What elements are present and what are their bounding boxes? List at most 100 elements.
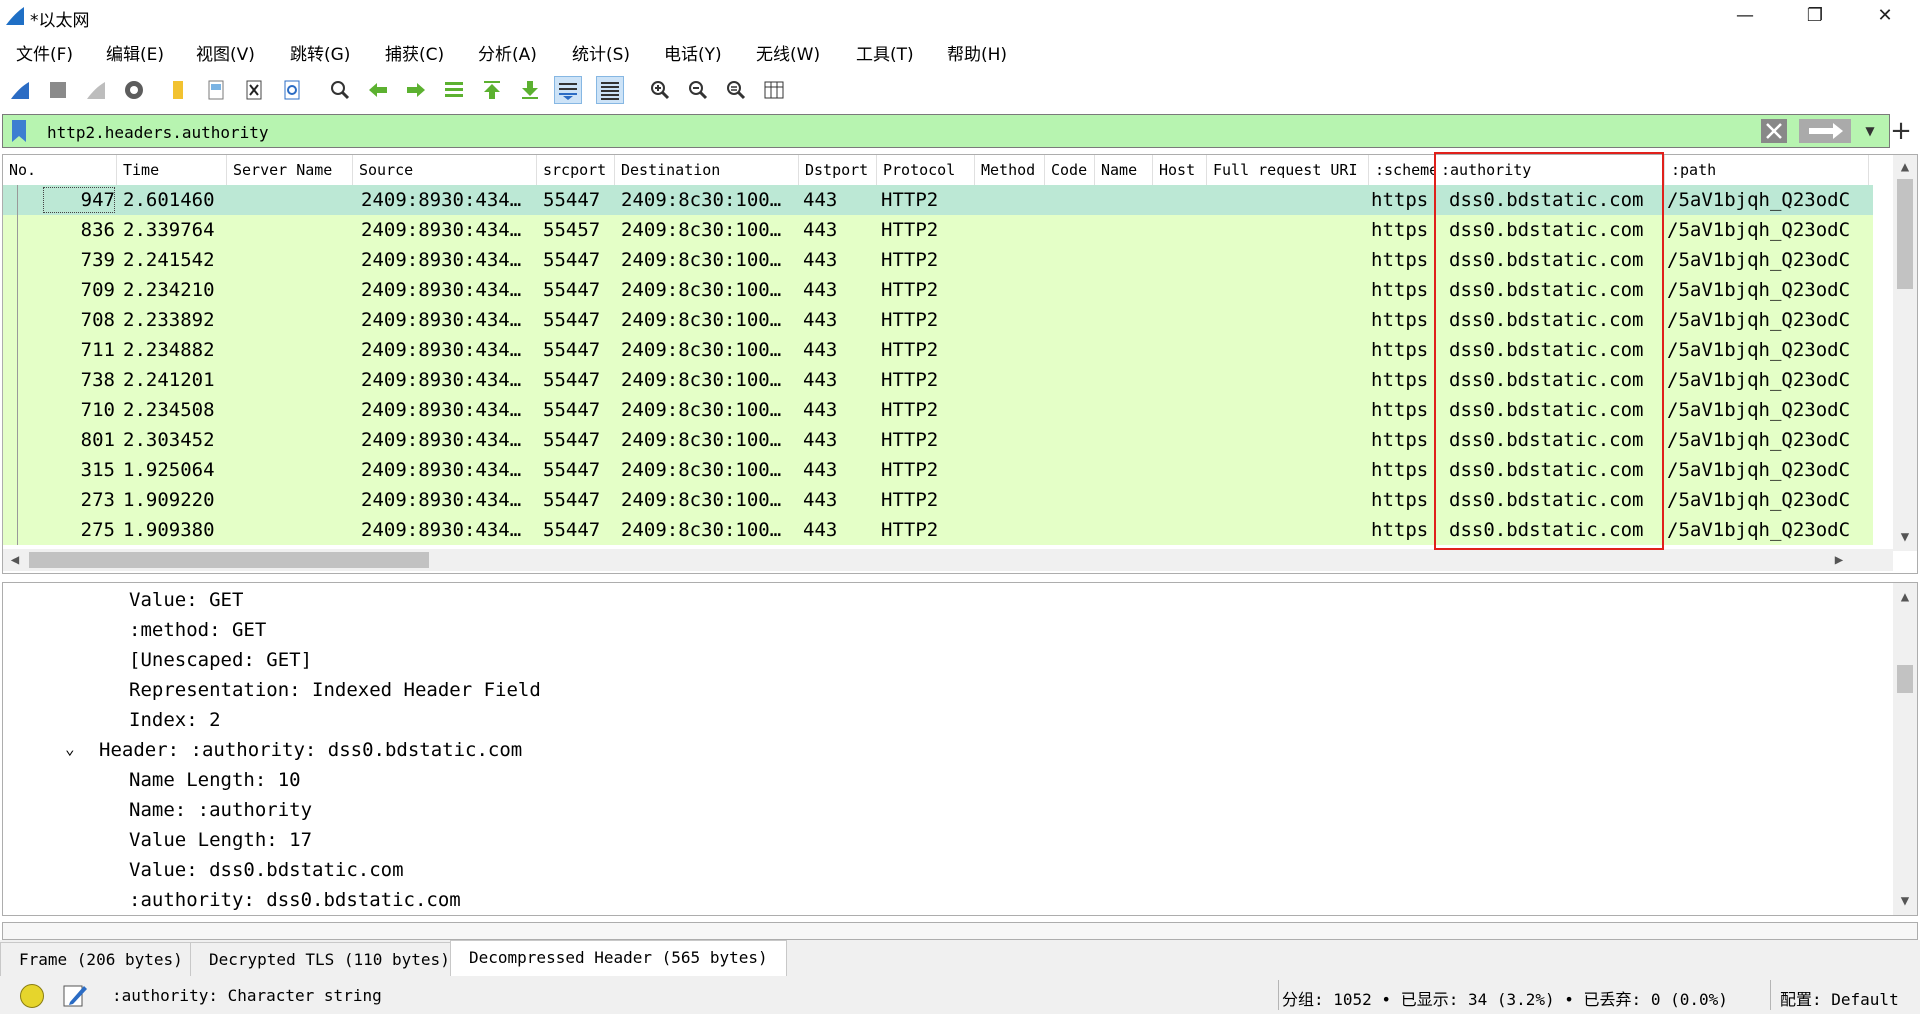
detail-tree-item[interactable]: Name: :authority bbox=[129, 795, 312, 825]
edit-comment-icon[interactable] bbox=[62, 982, 88, 1008]
minimize-button[interactable]: — bbox=[1710, 0, 1780, 34]
scroll-down-icon[interactable]: ▼ bbox=[1895, 891, 1915, 911]
filter-history-dropdown-icon[interactable]: ▼ bbox=[1859, 119, 1881, 143]
clear-filter-icon[interactable] bbox=[1761, 119, 1787, 143]
save-file-icon[interactable] bbox=[202, 76, 230, 104]
scrollbar-thumb[interactable] bbox=[29, 552, 429, 568]
shark-fin-start-capture-icon[interactable] bbox=[6, 76, 34, 104]
table-row[interactable]: 947 2.601460 2409:8930:434… 55447 2409:8c30:… bbox=[3, 185, 1873, 215]
packet-list-vertical-scrollbar[interactable]: ▲ ▼ bbox=[1893, 155, 1917, 551]
reload-file-icon[interactable] bbox=[278, 76, 306, 104]
scrollbar-thumb[interactable] bbox=[1897, 179, 1913, 289]
status-profile[interactable]: 配置: Default bbox=[1780, 986, 1899, 1010]
column-header-no[interactable]: No. bbox=[3, 155, 117, 185]
packet-bytes-pane[interactable] bbox=[2, 922, 1918, 940]
detail-tree-item[interactable]: Name Length: 10 bbox=[129, 765, 301, 795]
detail-tree-item[interactable]: [Unescaped: GET] bbox=[129, 645, 312, 675]
table-row[interactable]: 709 2.234210 2409:8930:434… 55447 2409:8c30:… bbox=[3, 275, 1873, 305]
details-vertical-scrollbar[interactable]: ▲ ▼ bbox=[1893, 583, 1917, 915]
capture-options-icon[interactable] bbox=[120, 76, 148, 104]
scroll-right-icon[interactable]: ▶ bbox=[1829, 550, 1849, 570]
menu-capture[interactable]: 捕获(C) bbox=[385, 40, 444, 65]
tab-frame[interactable]: Frame (206 bytes) bbox=[0, 942, 202, 976]
menu-wireless[interactable]: 无线(W) bbox=[756, 40, 820, 65]
zoom-out-icon[interactable] bbox=[684, 76, 712, 104]
column-header-srcport[interactable]: srcport bbox=[537, 155, 615, 185]
column-header-code[interactable]: Code bbox=[1045, 155, 1095, 185]
scroll-down-icon[interactable]: ▼ bbox=[1895, 527, 1915, 547]
table-row[interactable]: 315 1.925064 2409:8930:434… 55447 2409:8c30:… bbox=[3, 455, 1873, 485]
detail-tree-item[interactable]: :method: GET bbox=[129, 615, 266, 645]
scroll-up-icon[interactable]: ▲ bbox=[1895, 157, 1915, 177]
menu-analyze[interactable]: 分析(A) bbox=[478, 40, 537, 65]
column-header-source[interactable]: Source bbox=[353, 155, 537, 185]
detail-tree-item[interactable]: :authority: dss0.bdstatic.com bbox=[129, 885, 461, 915]
restart-capture-icon[interactable] bbox=[82, 76, 110, 104]
column-header-scheme[interactable]: :scheme bbox=[1369, 155, 1435, 185]
table-row[interactable]: 710 2.234508 2409:8930:434… 55447 2409:8c30:… bbox=[3, 395, 1873, 425]
menu-file[interactable]: 文件(F) bbox=[16, 40, 73, 65]
go-to-packet-icon[interactable] bbox=[440, 76, 468, 104]
normal-size-icon[interactable] bbox=[722, 76, 750, 104]
table-row[interactable]: 708 2.233892 2409:8930:434… 55447 2409:8c30:… bbox=[3, 305, 1873, 335]
menu-edit[interactable]: 编辑(E) bbox=[106, 40, 164, 65]
table-row[interactable]: 801 2.303452 2409:8930:434… 55447 2409:8c30:… bbox=[3, 425, 1873, 455]
restore-button[interactable]: ❐ bbox=[1780, 0, 1850, 34]
detail-tree-item[interactable]: Index: 2 bbox=[129, 705, 221, 735]
column-header-dstport[interactable]: Dstport bbox=[799, 155, 877, 185]
table-row[interactable]: 738 2.241201 2409:8930:434… 55447 2409:8c30:… bbox=[3, 365, 1873, 395]
table-row[interactable]: 275 1.909380 2409:8930:434… 55447 2409:8c30:… bbox=[3, 515, 1873, 545]
scrollbar-thumb[interactable] bbox=[1897, 665, 1913, 693]
close-button[interactable]: ✕ bbox=[1850, 0, 1920, 34]
column-header-host[interactable]: Host bbox=[1153, 155, 1207, 185]
scroll-up-icon[interactable]: ▲ bbox=[1895, 587, 1915, 607]
menu-telephony[interactable]: 电话(Y) bbox=[664, 40, 722, 65]
go-to-first-packet-icon[interactable] bbox=[478, 76, 506, 104]
column-header-authority[interactable]: :authority bbox=[1435, 155, 1665, 185]
packet-list-horizontal-scrollbar[interactable]: ◀ ▶ bbox=[3, 549, 1893, 571]
menu-view[interactable]: 视图(V) bbox=[196, 40, 255, 65]
scroll-left-icon[interactable]: ◀ bbox=[5, 550, 25, 570]
apply-filter-icon[interactable] bbox=[1799, 119, 1851, 143]
close-file-icon[interactable] bbox=[240, 76, 268, 104]
detail-tree-item[interactable]: Header: :authority: dss0.bdstatic.com bbox=[99, 735, 522, 765]
find-packet-icon[interactable] bbox=[326, 76, 354, 104]
table-row[interactable]: 711 2.234882 2409:8930:434… 55447 2409:8c30:… bbox=[3, 335, 1873, 365]
menu-tools[interactable]: 工具(T) bbox=[856, 40, 914, 65]
column-header-protocol[interactable]: Protocol bbox=[877, 155, 975, 185]
add-filter-button-icon[interactable]: + bbox=[1884, 114, 1918, 148]
tab-decrypted-tls[interactable]: Decrypted TLS (110 bytes) bbox=[190, 942, 469, 976]
table-row[interactable]: 836 2.339764 2409:8930:434… 55457 2409:8c30:… bbox=[3, 215, 1873, 245]
chevron-down-icon[interactable]: ⌄ bbox=[65, 739, 75, 758]
table-row[interactable]: 273 1.909220 2409:8930:434… 55447 2409:8c30:… bbox=[3, 485, 1873, 515]
menu-go[interactable]: 跳转(G) bbox=[290, 40, 350, 65]
resize-columns-icon[interactable] bbox=[760, 76, 788, 104]
auto-scroll-icon[interactable] bbox=[554, 76, 582, 104]
detail-tree-item[interactable]: Value Length: 17 bbox=[129, 825, 312, 855]
go-back-icon[interactable] bbox=[364, 76, 392, 104]
zoom-in-icon[interactable] bbox=[646, 76, 674, 104]
display-filter-input[interactable] bbox=[45, 122, 1749, 143]
column-header-full-request-uri[interactable]: Full request URI bbox=[1207, 155, 1369, 185]
detail-tree-item[interactable]: Value: dss0.bdstatic.com bbox=[129, 855, 404, 885]
column-header-server-name[interactable]: Server Name bbox=[227, 155, 353, 185]
open-file-icon[interactable] bbox=[164, 76, 192, 104]
column-header-method[interactable]: Method bbox=[975, 155, 1045, 185]
colorize-icon[interactable] bbox=[596, 76, 624, 104]
column-header-path[interactable]: :path bbox=[1665, 155, 1869, 185]
column-header-time[interactable]: Time bbox=[117, 155, 227, 185]
expert-info-led-icon[interactable] bbox=[20, 984, 44, 1008]
detail-tree-item[interactable]: Value: GET bbox=[129, 585, 243, 615]
tab-decompressed-header[interactable]: Decompressed Header (565 bytes) bbox=[450, 940, 787, 976]
conversation-line bbox=[17, 305, 18, 335]
menu-help[interactable]: 帮助(H) bbox=[947, 40, 1007, 65]
table-row[interactable]: 739 2.241542 2409:8930:434… 55447 2409:8c30:… bbox=[3, 245, 1873, 275]
go-forward-icon[interactable] bbox=[402, 76, 430, 104]
column-header-name[interactable]: Name bbox=[1095, 155, 1153, 185]
go-to-last-packet-icon[interactable] bbox=[516, 76, 544, 104]
column-header-destination[interactable]: Destination bbox=[615, 155, 799, 185]
menu-statistics[interactable]: 统计(S) bbox=[572, 40, 630, 65]
stop-capture-icon[interactable] bbox=[44, 76, 72, 104]
bookmark-icon[interactable] bbox=[9, 119, 29, 143]
detail-tree-item[interactable]: Representation: Indexed Header Field bbox=[129, 675, 541, 705]
